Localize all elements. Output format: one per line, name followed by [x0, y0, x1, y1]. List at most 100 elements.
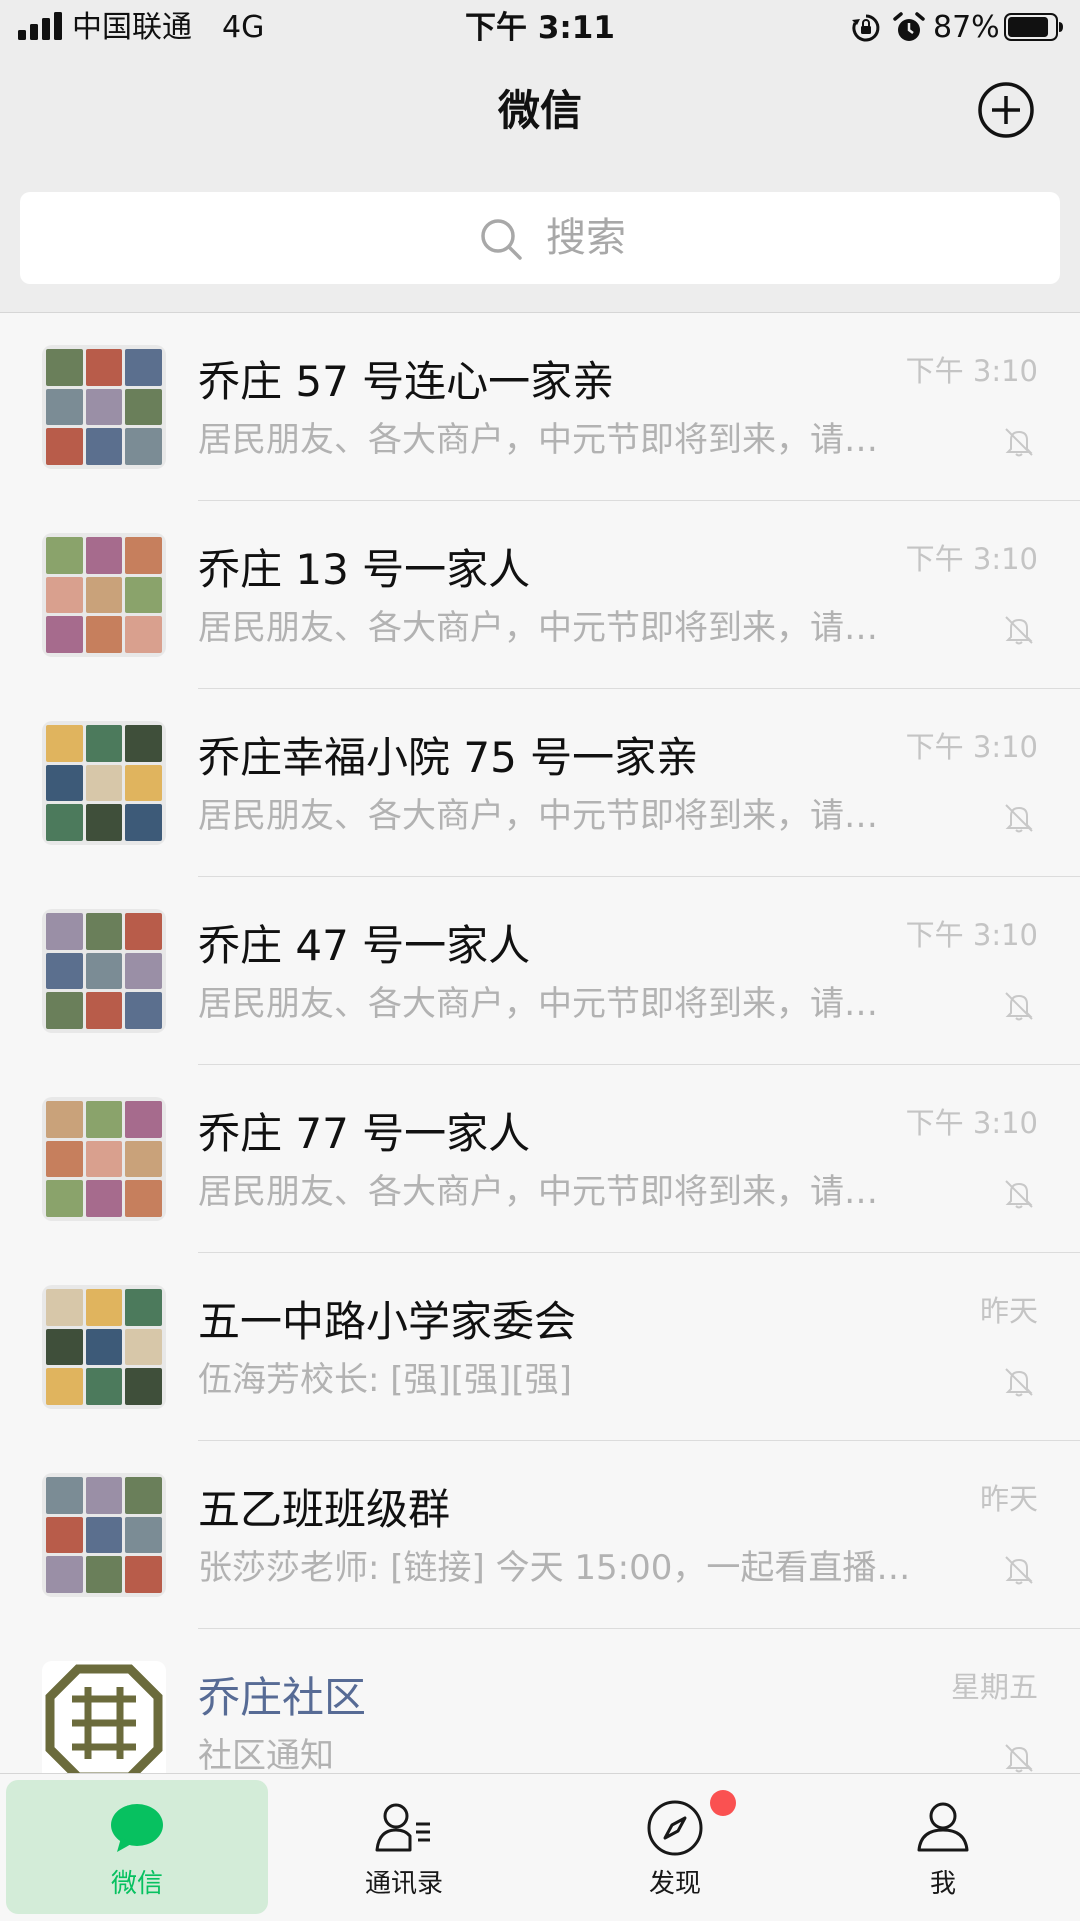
avatar-tile — [85, 1477, 123, 1514]
avatar-tile — [85, 1180, 123, 1217]
chat-item[interactable]: 五乙班班级群张莎莎老师: [链接] 今天 15:00，一起看直播… 昨天 — [0, 1441, 1080, 1629]
chat-time: 下午 3:10 — [905, 542, 1038, 576]
avatar-tile — [46, 1180, 83, 1217]
avatar-tile — [125, 1289, 162, 1326]
chat-time: 下午 3:10 — [905, 1106, 1038, 1140]
avatar-tile — [85, 349, 123, 386]
community-logo-avatar — [42, 1661, 166, 1773]
avatar-tile — [85, 913, 123, 950]
group-avatar — [42, 909, 166, 1033]
battery-percentage: 87% — [933, 10, 1000, 45]
chat-name: 乔庄 13 号一家人 — [198, 545, 531, 594]
chat-item[interactable]: 乔庄 13 号一家人居民朋友、各大商户，中元节即将到来，请… 下午 3:10 — [0, 501, 1080, 689]
chat-preview: 居民朋友、各大商户，中元节即将到来，请… — [198, 608, 878, 648]
avatar-tile — [46, 576, 83, 614]
search-placeholder: 搜索 — [546, 215, 626, 261]
avatar-tile — [46, 1477, 83, 1514]
avatar-tile — [125, 1101, 162, 1138]
status-bar: 中国联通 4G 下午 3:11 87% — [0, 0, 1080, 56]
avatar-tile — [46, 1516, 83, 1554]
chat-time: 昨天 — [979, 1294, 1038, 1328]
tab-label: 我 — [929, 1869, 956, 1899]
avatar-tile — [125, 1516, 162, 1554]
notification-dot — [710, 1790, 736, 1816]
compass-icon — [647, 1800, 703, 1856]
chat-name: 乔庄 47 号一家人 — [198, 921, 531, 970]
alarm-icon — [893, 12, 925, 41]
chat-time: 星期五 — [950, 1670, 1038, 1704]
battery-icon — [1004, 13, 1063, 41]
avatar-tile — [85, 576, 123, 614]
avatar-tile — [125, 992, 162, 1029]
avatar-tile — [85, 952, 123, 990]
tab-discover[interactable]: 发现 — [544, 1780, 806, 1914]
avatar-tile — [85, 1516, 123, 1554]
rotation-lock-icon — [852, 14, 880, 42]
group-avatar — [42, 533, 166, 657]
search-input[interactable]: 搜索 — [20, 192, 1060, 284]
chat-item[interactable]: 乔庄幸福小院 75 号一家亲 居民朋友、各大商户，中元节即将到来，请… 下午 3:1… — [0, 689, 1080, 877]
chat-item[interactable]: 乔庄 47 号一家人居民朋友、各大商户，中元节即将到来，请… 下午 3:10 — [0, 877, 1080, 1065]
avatar-tile — [125, 1328, 162, 1366]
chat-preview: 居民朋友、各大商户，中元节即将到来，请… — [198, 984, 878, 1024]
group-avatar — [42, 345, 166, 469]
avatar-tile — [46, 725, 83, 762]
avatar-tile — [125, 1140, 162, 1178]
group-avatar — [42, 721, 166, 845]
page-title: 微信 — [497, 86, 582, 135]
avatar-tile — [125, 576, 162, 614]
chat-preview: 居民朋友、各大商户，中元节即将到来，请… — [198, 796, 878, 836]
tab-label: 发现 — [648, 1869, 701, 1899]
avatar-tile — [46, 537, 83, 574]
chat-preview: 社区通知 — [198, 1736, 334, 1773]
group-avatar — [42, 1285, 166, 1409]
tab-label: 微信 — [110, 1869, 163, 1899]
avatar-tile — [85, 1101, 123, 1138]
mute-bell-icon — [1005, 1368, 1033, 1397]
avatar-tile — [85, 992, 123, 1029]
chat-time: 下午 3:10 — [905, 354, 1038, 388]
chat-item[interactable]: 乔庄社区 社区通知 星期五 — [0, 1629, 1080, 1773]
chat-item[interactable]: 乔庄 77 号一家人 居民朋友、各大商户，中元节即将到来，请… 下午 3:10 — [0, 1065, 1080, 1253]
avatar-tile — [125, 428, 162, 465]
plus-circle-icon[interactable] — [976, 80, 1036, 140]
person-icon — [917, 1802, 969, 1852]
group-avatar — [42, 1473, 166, 1597]
avatar-tile — [125, 616, 162, 653]
chat-preview: 张莎莎老师: [链接] 今天 15:00，一起看直播… — [198, 1548, 911, 1588]
mute-bell-icon — [1005, 1744, 1033, 1773]
chat-preview: 居民朋友、各大商户，中元节即将到来，请… — [198, 420, 878, 460]
chat-name: 乔庄幸福小院 75 号一家亲 — [198, 733, 699, 782]
tab-contacts[interactable]: 通讯录 — [273, 1780, 535, 1914]
avatar-tile — [125, 537, 162, 574]
mute-bell-icon — [1005, 616, 1033, 645]
avatar-tile — [125, 725, 162, 762]
chat-time: 下午 3:10 — [905, 918, 1038, 952]
tab-me[interactable]: 我 — [812, 1780, 1074, 1914]
avatar-tile — [125, 1556, 162, 1593]
avatar-tile — [46, 952, 83, 990]
avatar-tile — [85, 1328, 123, 1366]
avatar-tile — [85, 1289, 123, 1326]
chat-preview: 伍海芳校长: [强][强][强] — [198, 1360, 572, 1400]
chat-name: 乔庄 57 号连心一家亲 — [198, 357, 615, 406]
mute-bell-icon — [1005, 992, 1033, 1021]
avatar-tile — [85, 1140, 123, 1178]
avatar-tile — [125, 1477, 162, 1514]
tab-chats[interactable]: 微信 — [6, 1780, 268, 1914]
avatar-tile — [46, 1328, 83, 1366]
contacts-icon — [375, 1803, 430, 1852]
search-icon — [481, 219, 522, 260]
avatar-tile — [85, 537, 123, 574]
chat-time: 昨天 — [979, 1482, 1038, 1516]
chat-item[interactable]: 乔庄 57 号连心一家亲居民朋友、各大商户，中元节即将到来，请… 下午 3:10 — [0, 313, 1080, 501]
avatar-tile — [46, 616, 83, 653]
chat-item[interactable]: 五一中路小学家委会伍海芳校长: [强][强][强] 昨天 — [0, 1253, 1080, 1441]
avatar-tile — [125, 1368, 162, 1405]
chat-name: 五乙班班级群 — [198, 1485, 451, 1534]
chat-preview: 居民朋友、各大商户，中元节即将到来，请… — [198, 1172, 878, 1212]
chat-name: 五一中路小学家委会 — [198, 1297, 577, 1346]
mute-bell-icon — [1005, 1180, 1033, 1209]
avatar-tile — [125, 1180, 162, 1217]
avatar-tile — [46, 992, 83, 1029]
